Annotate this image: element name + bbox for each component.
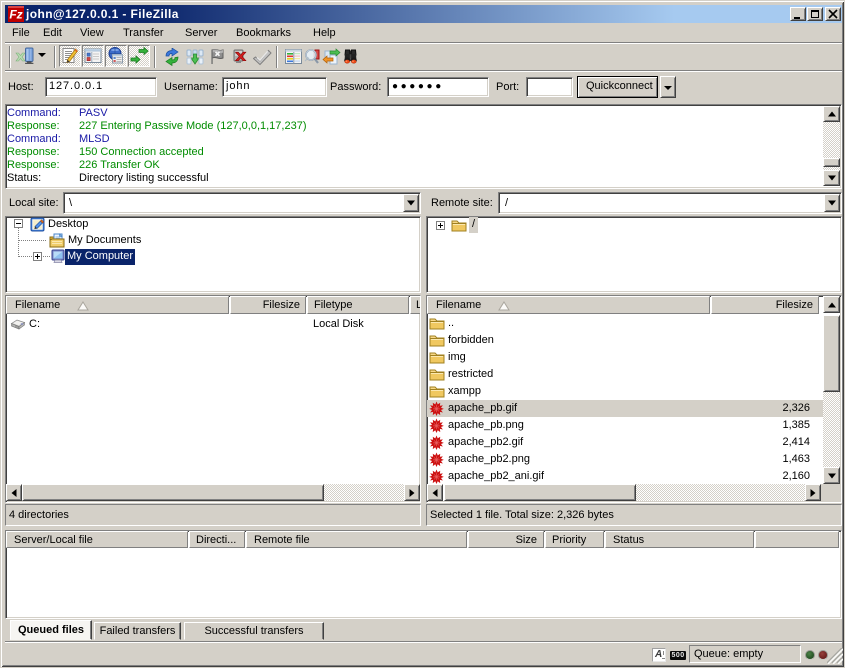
- svg-text:Fz: Fz: [9, 8, 22, 22]
